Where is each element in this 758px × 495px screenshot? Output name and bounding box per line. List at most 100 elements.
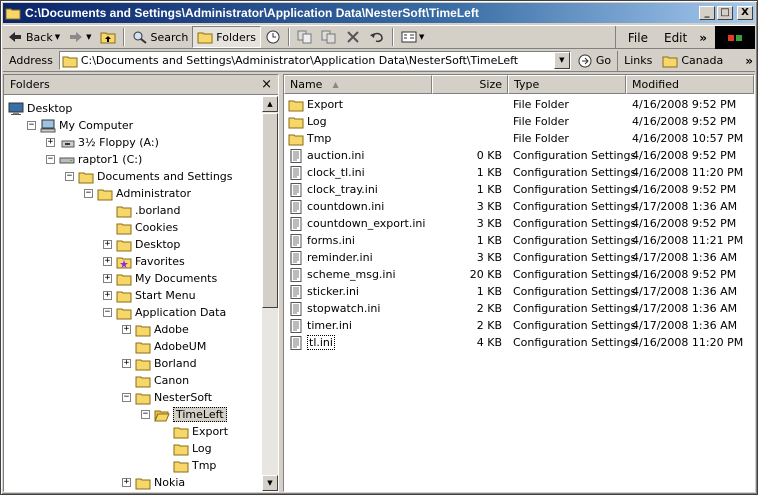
expand-toggle[interactable]: + [122,359,131,368]
folders-button[interactable]: Folders [192,26,262,48]
file-row[interactable]: forms.ini 1 KB Configuration Settings 4/16/… [284,232,754,249]
menu-edit[interactable]: Edit [656,31,695,45]
tree-node[interactable]: + Nokia [122,474,185,491]
file-row[interactable]: reminder.ini 3 KB Configuration Settings 4/… [284,249,754,266]
up-folder-button[interactable] [96,26,120,48]
file-row[interactable]: clock_tray.ini 1 KB Configuration Settings… [284,181,754,198]
collapse-toggle[interactable]: − [65,172,74,181]
link-canada[interactable]: Canada [662,54,723,68]
expand-toggle[interactable]: + [103,274,112,283]
expand-toggle[interactable]: + [46,138,55,147]
undo-button[interactable] [365,26,389,48]
file-row[interactable]: scheme_msg.ini 20 KB Configuration Setting… [284,266,754,283]
folder-icon [173,442,189,456]
go-button[interactable]: Go [571,54,617,68]
up-folder-icon [100,32,115,44]
title-bar[interactable]: C:\Documents and Settings\Administrator\… [3,3,755,23]
file-row[interactable]: tl.ini 4 KB Configuration Settings 4/16/200… [284,334,754,351]
tree-node[interactable]: + Desktop [103,236,180,253]
tree-node[interactable]: − My Computer [27,117,133,134]
file-row[interactable]: stopwatch.ini 2 KB Configuration Settings 4… [284,300,754,317]
tree-node[interactable]: Cookies [103,219,178,236]
tree-node[interactable]: .borland [103,202,180,219]
collapse-toggle[interactable]: − [103,308,112,317]
delete-button[interactable] [341,26,365,48]
maximize-button[interactable]: □ [717,6,733,20]
chevron-down-icon[interactable]: ▼ [86,33,91,41]
expand-toggle[interactable]: + [103,257,112,266]
chevron-down-icon[interactable]: ▼ [419,33,424,41]
tree-node[interactable]: Canon [122,372,189,389]
tree-node[interactable]: − TimeLeft [141,406,227,423]
tree-node[interactable]: + Borland [122,355,197,372]
file-row[interactable]: Tmp File Folder 4/16/2008 10:57 PM [284,130,754,147]
collapse-toggle[interactable]: − [141,410,150,419]
tree-node[interactable]: Tmp [160,457,216,474]
column-header-size[interactable]: Size [432,75,508,94]
file-modified: 4/17/2008 1:36 AM [632,285,738,298]
ini-file-icon [288,199,304,214]
tree-node[interactable]: AdobeUM [122,338,206,355]
expand-toggle[interactable]: + [103,240,112,249]
tree-node[interactable]: − Documents and Settings [65,168,233,185]
tree-node[interactable]: Log [160,440,212,457]
file-size: 1 KB [476,234,502,247]
ini-file-icon [288,301,304,316]
collapse-toggle[interactable]: − [46,155,55,164]
file-row[interactable]: Export File Folder 4/16/2008 9:52 PM [284,96,754,113]
tree-node[interactable]: + Favorites [103,253,185,270]
scroll-down-button[interactable]: ▼ [262,475,278,491]
tree-node[interactable]: + Adobe [122,321,189,338]
collapse-toggle[interactable]: − [84,189,93,198]
file-row[interactable]: timer.ini 2 KB Configuration Settings 4/17/… [284,317,754,334]
column-header-modified[interactable]: Modified [626,75,754,94]
copy-to-button[interactable] [317,26,341,48]
tree-node[interactable]: Export [160,423,228,440]
close-pane-button[interactable]: × [261,77,272,92]
expand-toggle[interactable]: + [103,291,112,300]
menu-more-chevron[interactable]: » [695,31,711,45]
history-button[interactable] [261,26,285,48]
tree-node[interactable]: − Application Data [103,304,226,321]
file-row[interactable]: clock_tl.ini 1 KB Configuration Settings 4/… [284,164,754,181]
collapse-toggle[interactable]: − [122,393,131,402]
folder-icon [135,391,151,405]
file-size: 1 KB [476,166,502,179]
file-row[interactable]: Log File Folder 4/16/2008 9:52 PM [284,113,754,130]
column-header-type[interactable]: Type [508,75,626,94]
move-to-button[interactable] [293,26,317,48]
tree-node[interactable]: +3½ Floppy (A:) [46,134,159,151]
file-row[interactable]: auction.ini 0 KB Configuration Settings 4/1… [284,147,754,164]
expand-toggle[interactable]: + [122,478,131,487]
scroll-thumb[interactable] [262,113,278,308]
tree-node[interactable]: − NesterSoft [122,389,212,406]
tree-scrollbar[interactable]: ▲ ▼ [262,96,278,491]
tree-node-label: Canon [154,374,190,387]
menu-file[interactable]: File [620,31,656,45]
forward-button[interactable]: ▼ [64,26,95,48]
minimize-button[interactable]: _ [699,6,715,20]
tree-node-label: Tmp [192,459,217,472]
tree-node[interactable]: + Start Menu [103,287,196,304]
file-type: Configuration Settings [513,200,637,213]
expand-toggle[interactable]: + [122,325,131,334]
file-row[interactable]: sticker.ini 1 KB Configuration Settings 4/1… [284,283,754,300]
close-button[interactable]: X [737,6,753,20]
file-row[interactable]: countdown_export.ini 3 KB Configuration Se… [284,215,754,232]
tree-node[interactable]: − Administrator [84,185,191,202]
tree-node[interactable]: + My Documents [103,270,217,287]
links-more-chevron[interactable]: » [745,54,753,68]
chevron-down-icon[interactable]: ▼ [55,33,60,41]
tree-node[interactable]: Desktop [8,100,72,117]
tree-node[interactable]: − raptor1 (C:) [46,151,142,168]
chevron-down-icon[interactable]: ▼ [553,52,570,69]
scroll-up-button[interactable]: ▲ [262,96,278,112]
column-header-name[interactable]: Name ▲ [284,75,432,94]
file-name-cell: scheme_msg.ini [288,266,396,283]
collapse-toggle[interactable]: − [27,121,36,130]
address-input[interactable]: C:\Documents and Settings\Administrator\… [58,51,571,70]
search-button[interactable]: Search [128,26,193,48]
back-button[interactable]: Back ▼ [3,26,64,48]
views-button[interactable]: ▼ [397,26,428,48]
file-row[interactable]: countdown.ini 3 KB Configuration Settings 4… [284,198,754,215]
